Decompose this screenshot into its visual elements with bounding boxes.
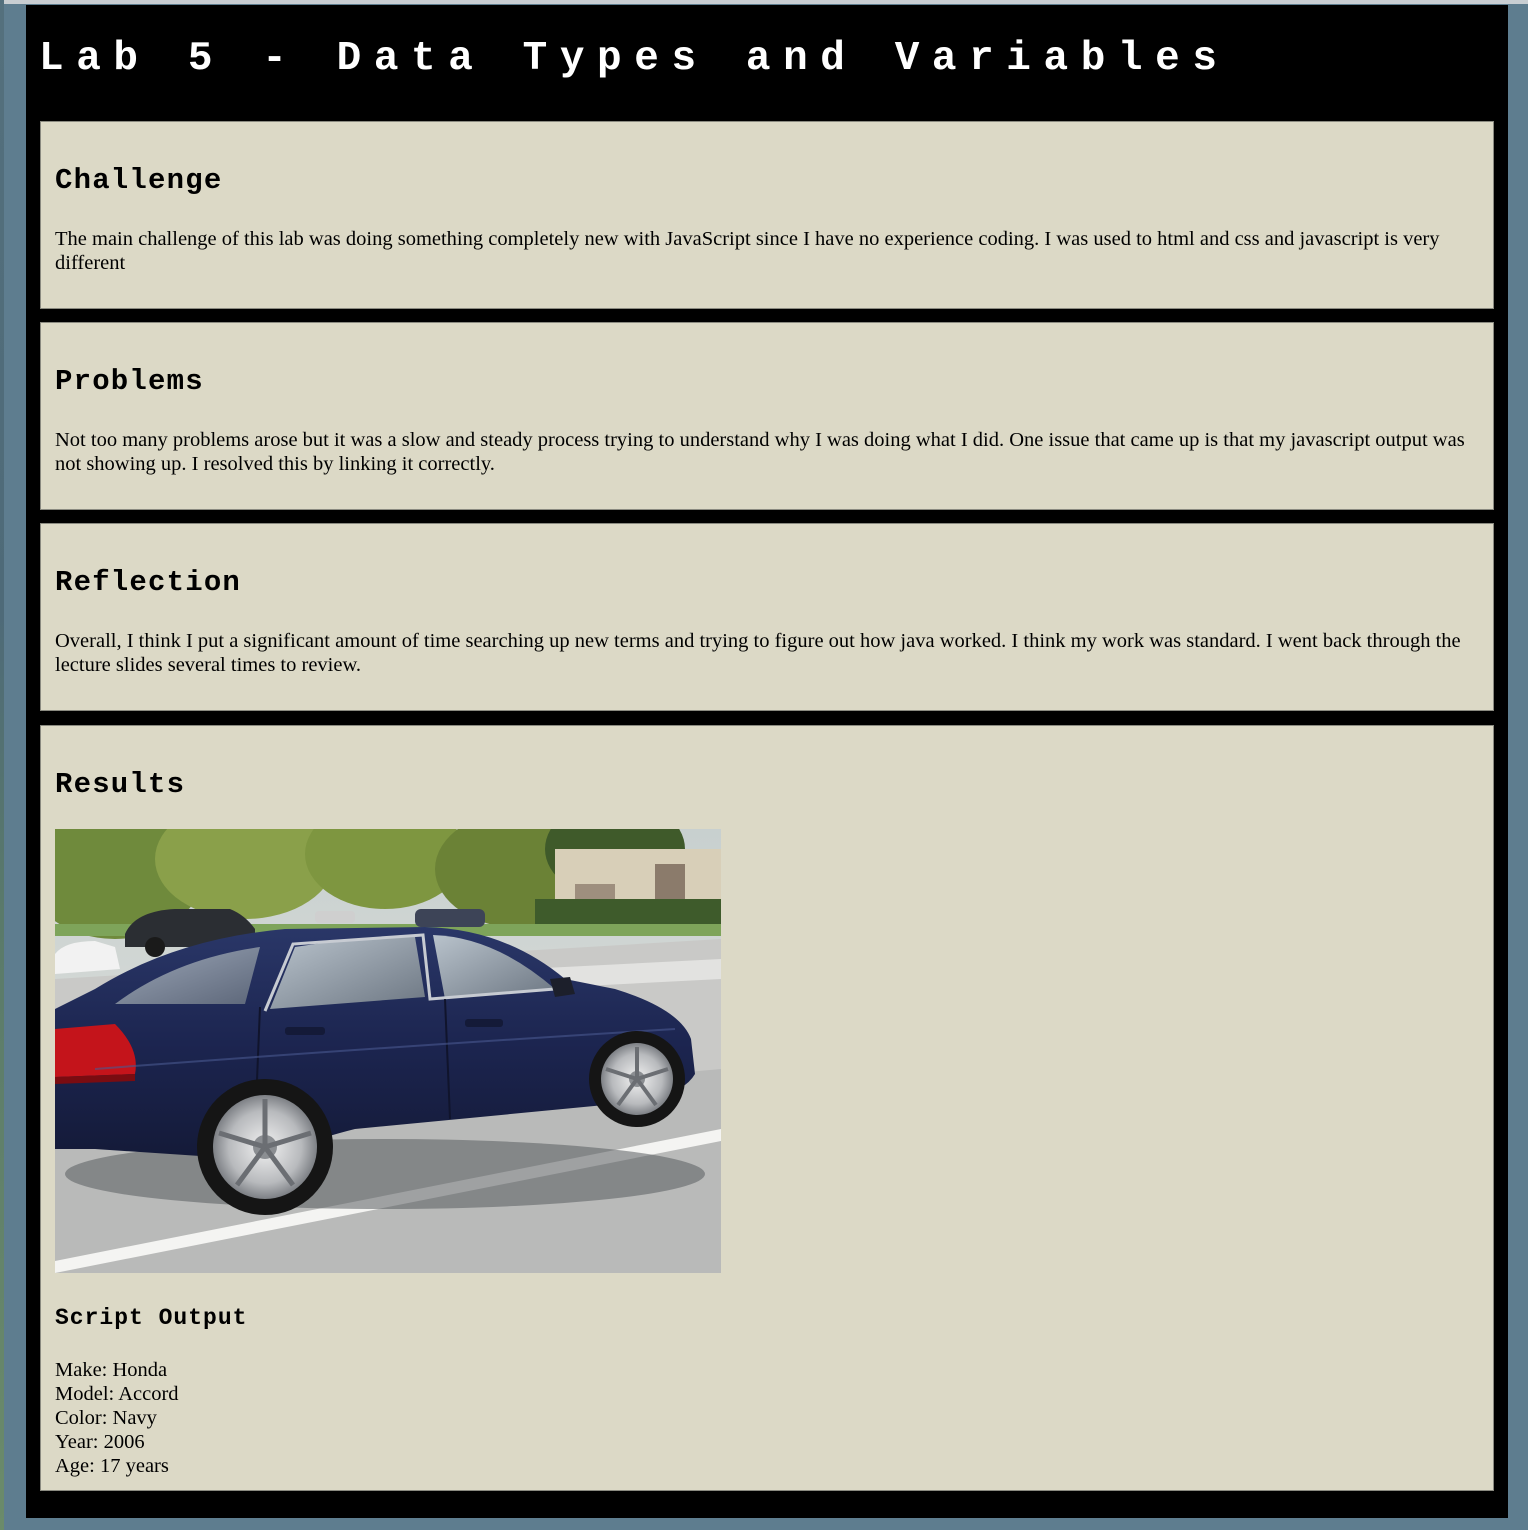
- results-section: Results Script Output Make: Honda Model:…: [40, 725, 1494, 1491]
- output-year: Year: 2006: [55, 1431, 145, 1453]
- challenge-section: Challenge The main challenge of this lab…: [40, 121, 1494, 309]
- page-container: Lab 5 - Data Types and Variables Challen…: [26, 5, 1508, 1518]
- background-strip: [0, 0, 4, 1530]
- reflection-text: Overall, I think I put a significant amo…: [55, 630, 1461, 676]
- challenge-heading: Challenge: [55, 164, 223, 197]
- window-top-edge: [0, 0, 1528, 4]
- challenge-text: The main challenge of this lab was doing…: [55, 228, 1440, 274]
- problems-heading: Problems: [55, 365, 204, 398]
- results-heading: Results: [55, 768, 186, 801]
- problems-section: Problems Not too many problems arose but…: [40, 322, 1494, 510]
- output-model: Model: Accord: [55, 1383, 179, 1405]
- reflection-section: Reflection Overall, I think I put a sign…: [40, 523, 1494, 711]
- output-color: Color: Navy: [55, 1407, 157, 1429]
- problems-text: Not too many problems arose but it was a…: [55, 429, 1465, 475]
- output-age: Age: 17 years: [55, 1455, 169, 1477]
- page-title: Lab 5 - Data Types and Variables: [39, 36, 1230, 82]
- output-make: Make: Honda: [55, 1359, 168, 1381]
- car-photo: [55, 829, 721, 1273]
- script-output-heading: Script Output: [55, 1305, 248, 1331]
- reflection-heading: Reflection: [55, 566, 242, 599]
- script-output: Make: Honda Model: Accord Color: Navy Ye…: [55, 1358, 179, 1478]
